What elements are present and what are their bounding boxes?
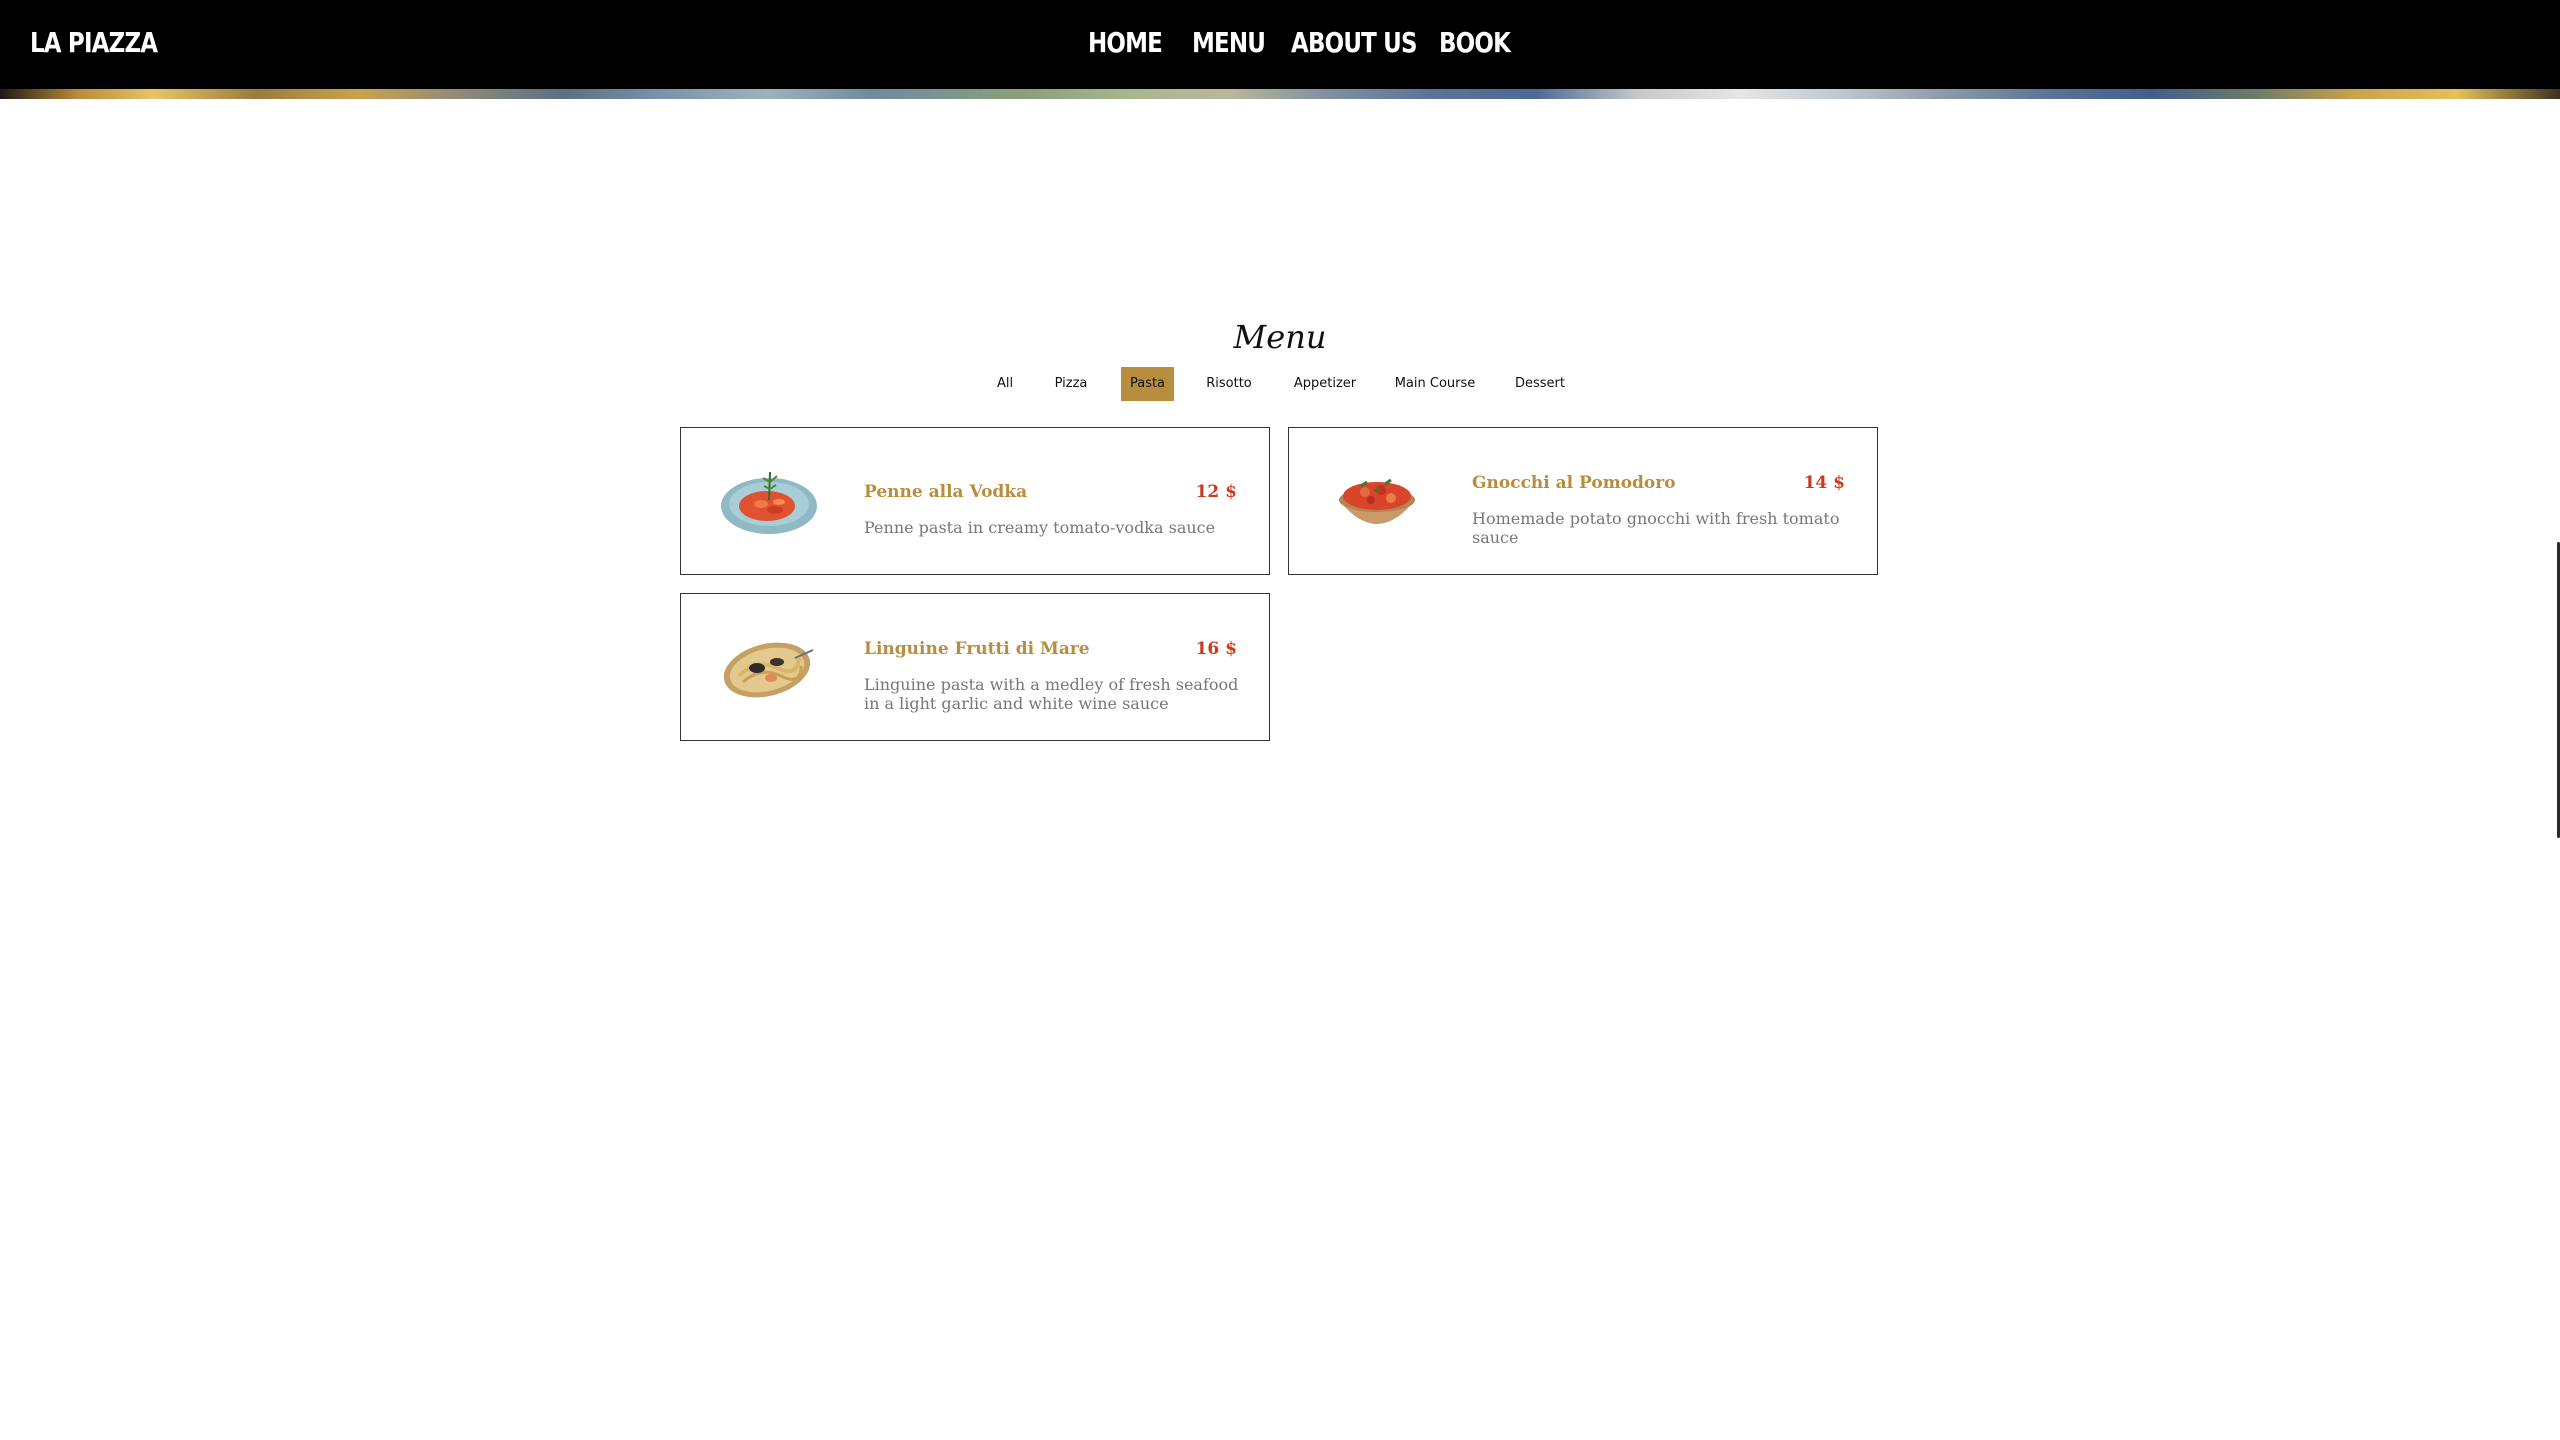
dish-name: Linguine Frutti di Mare	[864, 639, 1090, 659]
gnocchi-bowl-icon	[1339, 478, 1415, 524]
dish-description: Linguine pasta with a medley of fresh se…	[864, 675, 1239, 713]
dish-price: 14 $	[1803, 473, 1845, 493]
filter-dessert[interactable]: Dessert	[1508, 367, 1572, 401]
hero-image-strip	[0, 89, 2560, 99]
filter-risotto[interactable]: Risotto	[1202, 367, 1256, 401]
filter-all[interactable]: All	[986, 367, 1024, 401]
main-nav: HOME MENU ABOUT US BOOK	[1088, 26, 1525, 59]
filter-pizza[interactable]: Pizza	[1050, 367, 1092, 401]
nav-link-home[interactable]: HOME	[1088, 26, 1163, 59]
nav-link-about-us[interactable]: ABOUT US	[1291, 26, 1418, 59]
dish-name: Gnocchi al Pomodoro	[1472, 473, 1676, 493]
top-navbar: LA PIAZZA HOME MENU ABOUT US BOOK	[0, 0, 2560, 89]
filter-pasta[interactable]: Pasta	[1121, 367, 1174, 401]
nav-link-menu[interactable]: MENU	[1192, 26, 1266, 59]
nav-link-book[interactable]: BOOK	[1439, 26, 1511, 59]
dish-price: 12 $	[1195, 482, 1237, 502]
penne-plate-icon	[721, 471, 817, 534]
brand-logo[interactable]: LA PIAZZA	[30, 26, 158, 59]
seafood-linguine-icon	[723, 642, 814, 698]
dish-description: Homemade potato gnocchi with fresh tomat…	[1472, 509, 1840, 547]
dish-description: Penne pasta in creamy tomato-vodka sauce	[864, 518, 1216, 537]
menu-card-gnocchi-al-pomodoro[interactable]: Gnocchi al Pomodoro 14 $ Homemade potato…	[1288, 427, 1878, 575]
dish-name: Penne alla Vodka	[864, 482, 1028, 502]
menu-section-title: Menu	[1233, 318, 1327, 356]
filter-main-course[interactable]: Main Course	[1392, 367, 1478, 401]
menu-card-penne-alla-vodka[interactable]: Penne alla Vodka 12 $ Penne pasta in cre…	[680, 427, 1270, 575]
dish-price: 16 $	[1195, 639, 1237, 659]
category-filter-bar: All Pizza Pasta Risotto Appetizer Main C…	[0, 367, 2560, 401]
menu-card-linguine-frutti-di-mare[interactable]: Linguine Frutti di Mare 16 $ Linguine pa…	[680, 593, 1270, 741]
filter-appetizer[interactable]: Appetizer	[1284, 367, 1366, 401]
